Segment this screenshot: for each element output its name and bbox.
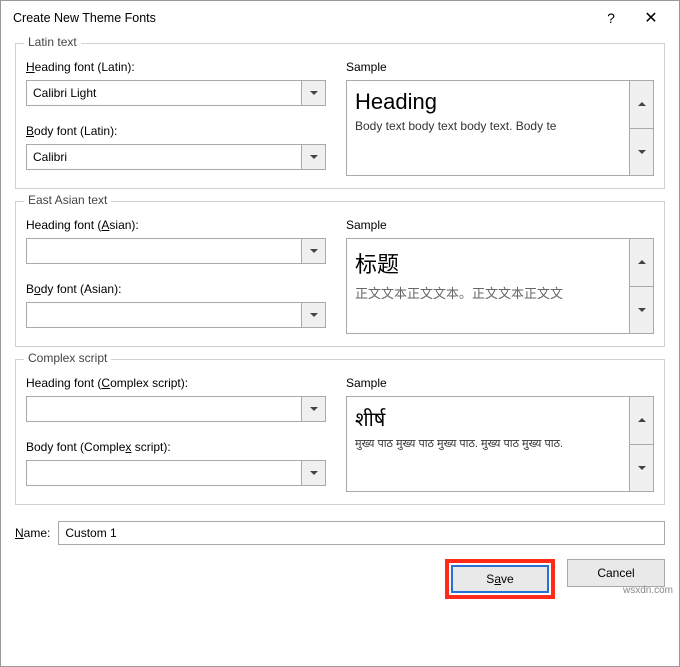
body-font-latin-dropdown[interactable]	[302, 144, 326, 170]
chevron-up-icon	[638, 260, 646, 264]
body-font-asian-dropdown[interactable]	[302, 302, 326, 328]
sample-label-complex: Sample	[346, 376, 654, 390]
name-input[interactable]	[58, 521, 665, 545]
watermark: wsxdn.com	[623, 585, 673, 596]
chevron-down-icon	[310, 155, 318, 159]
dialog-title: Create New Theme Fonts	[13, 11, 591, 25]
heading-font-latin-combo[interactable]	[26, 80, 326, 106]
sample-body-asian: 正文文本正文文本。正文文本正文文	[355, 283, 621, 302]
chevron-up-icon	[638, 418, 646, 422]
sample-box-latin: Heading Body text body text body text. B…	[346, 80, 630, 176]
save-highlight: Save	[445, 559, 555, 599]
create-theme-fonts-dialog: Create New Theme Fonts ? ✕ Latin text He…	[0, 0, 680, 667]
chevron-down-icon	[638, 466, 646, 470]
sample-box-asian: 标题 正文文本正文文本。正文文本正文文	[346, 238, 630, 334]
sample-body-complex: मुख्य पाठ मुख्य पाठ मुख्य पाठ. मुख्य पाठ…	[355, 436, 621, 451]
body-font-asian-input[interactable]	[26, 302, 302, 328]
heading-font-complex-dropdown[interactable]	[302, 396, 326, 422]
group-asian: East Asian text Heading font (Asian): Bo…	[15, 201, 665, 347]
button-row: Save Cancel	[1, 553, 679, 611]
chevron-down-icon	[638, 150, 646, 154]
heading-font-complex-combo[interactable]	[26, 396, 326, 422]
sample-scroll-asian	[630, 238, 654, 334]
body-font-asian-combo[interactable]	[26, 302, 326, 328]
body-font-complex-combo[interactable]	[26, 460, 326, 486]
chevron-down-icon	[310, 249, 318, 253]
scroll-down-button[interactable]	[630, 444, 653, 492]
scroll-down-button[interactable]	[630, 286, 653, 334]
chevron-down-icon	[310, 407, 318, 411]
chevron-down-icon	[310, 471, 318, 475]
group-complex: Complex script Heading font (Complex scr…	[15, 359, 665, 505]
heading-font-asian-dropdown[interactable]	[302, 238, 326, 264]
heading-font-asian-label: Heading font (Asian):	[26, 218, 326, 232]
sample-heading-latin: Heading	[355, 89, 621, 115]
body-font-latin-input[interactable]	[26, 144, 302, 170]
chevron-up-icon	[638, 102, 646, 106]
scroll-up-button[interactable]	[630, 239, 653, 286]
dialog-content: Latin text Heading font (Latin): Body fo…	[1, 35, 679, 505]
sample-heading-asian: 标题	[355, 247, 621, 279]
help-button[interactable]: ?	[591, 10, 631, 26]
sample-label-latin: Sample	[346, 60, 654, 74]
body-font-latin-combo[interactable]	[26, 144, 326, 170]
group-asian-legend: East Asian text	[24, 193, 111, 207]
body-font-complex-label: Body font (Complex script):	[26, 440, 326, 454]
body-font-complex-dropdown[interactable]	[302, 460, 326, 486]
scroll-up-button[interactable]	[630, 397, 653, 444]
scroll-down-button[interactable]	[630, 128, 653, 176]
heading-font-latin-input[interactable]	[26, 80, 302, 106]
chevron-down-icon	[310, 313, 318, 317]
group-latin: Latin text Heading font (Latin): Body fo…	[15, 43, 665, 189]
sample-heading-complex: शीर्ष	[355, 405, 621, 432]
name-row: Name:	[1, 517, 679, 553]
heading-font-latin-label: Heading font (Latin):	[26, 60, 326, 74]
sample-scroll-complex	[630, 396, 654, 492]
name-label: Name:	[15, 526, 50, 540]
sample-body-latin: Body text body text body text. Body te	[355, 119, 621, 133]
heading-font-complex-input[interactable]	[26, 396, 302, 422]
sample-box-complex: शीर्ष मुख्य पाठ मुख्य पाठ मुख्य पाठ. मुख…	[346, 396, 630, 492]
heading-font-latin-dropdown[interactable]	[302, 80, 326, 106]
scroll-up-button[interactable]	[630, 81, 653, 128]
save-button[interactable]: Save	[451, 565, 549, 593]
chevron-down-icon	[638, 308, 646, 312]
close-button[interactable]: ✕	[631, 8, 671, 28]
heading-font-asian-combo[interactable]	[26, 238, 326, 264]
group-latin-legend: Latin text	[24, 35, 81, 49]
cancel-button[interactable]: Cancel	[567, 559, 665, 587]
heading-font-complex-label: Heading font (Complex script):	[26, 376, 326, 390]
titlebar: Create New Theme Fonts ? ✕	[1, 1, 679, 35]
sample-label-asian: Sample	[346, 218, 654, 232]
group-complex-legend: Complex script	[24, 351, 111, 365]
sample-scroll-latin	[630, 80, 654, 176]
body-font-complex-input[interactable]	[26, 460, 302, 486]
body-font-latin-label: Body font (Latin):	[26, 124, 326, 138]
chevron-down-icon	[310, 91, 318, 95]
body-font-asian-label: Body font (Asian):	[26, 282, 326, 296]
heading-font-asian-input[interactable]	[26, 238, 302, 264]
